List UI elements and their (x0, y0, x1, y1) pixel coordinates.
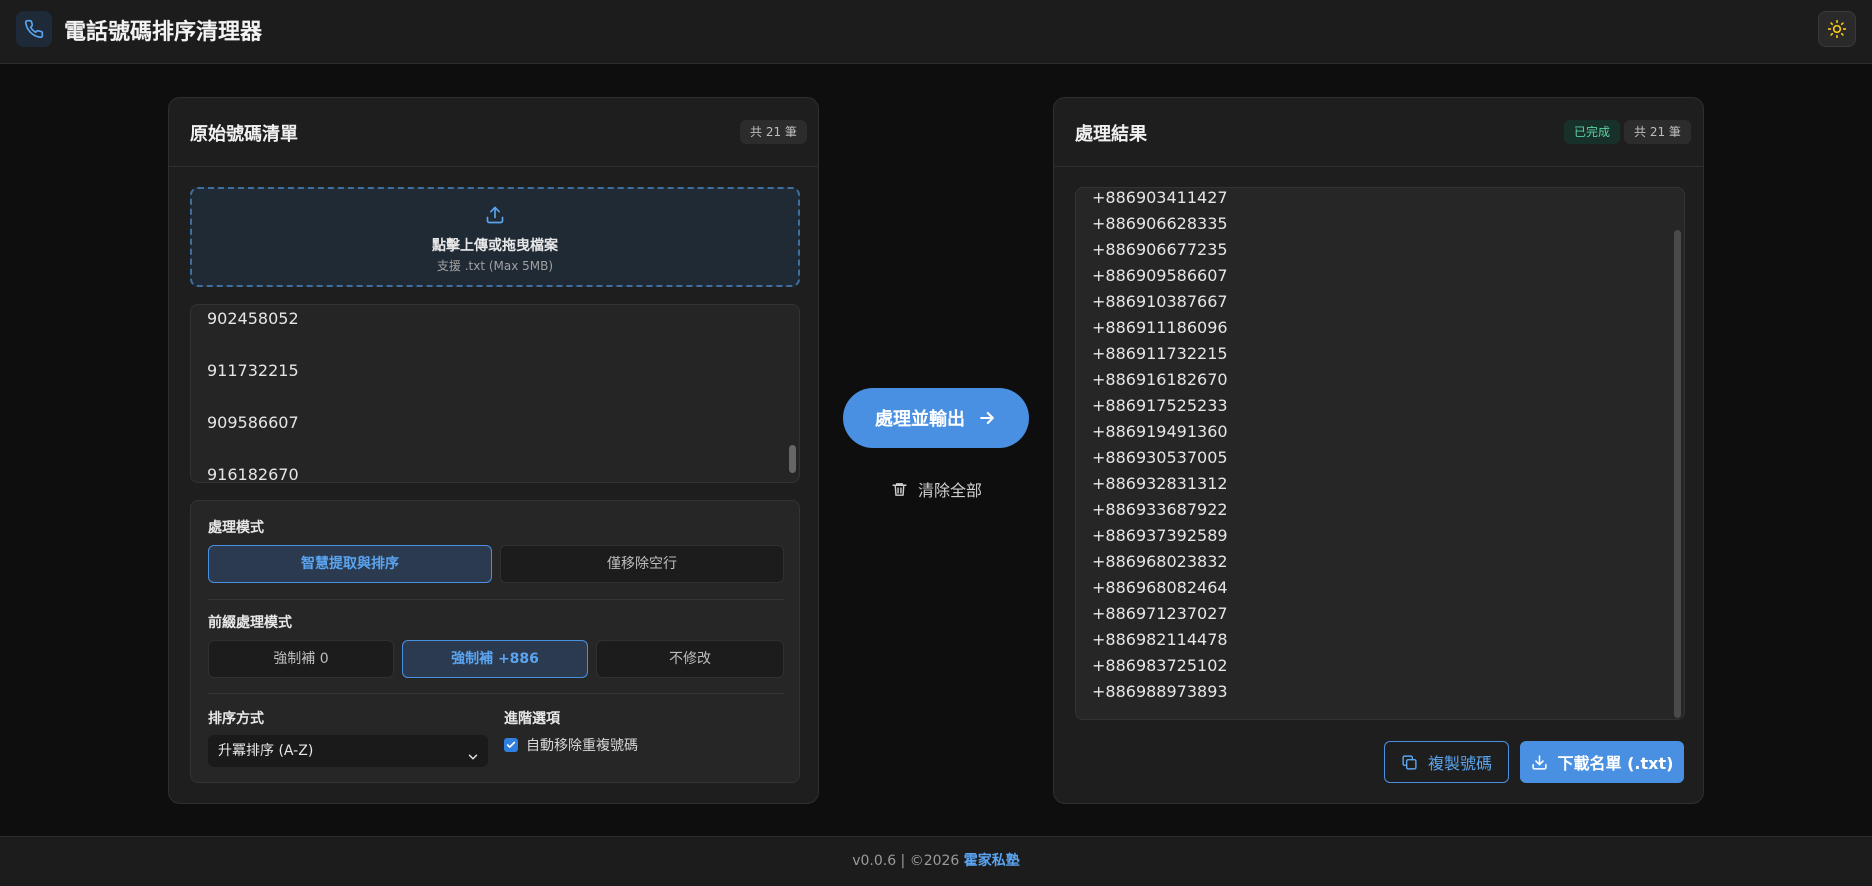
result-panel-title: 處理結果 (1075, 124, 1147, 145)
prefix-886-button[interactable]: 強制補 +886 (402, 640, 588, 678)
source-textarea[interactable]: 902458052 911732215 909586607 916182670 (190, 304, 800, 483)
result-count-badge: 共 21 筆 (1624, 120, 1691, 144)
download-button-label: 下載名單 (.txt) (1557, 754, 1674, 773)
source-panel-header: 原始號碼清單 共 21 筆 (169, 98, 818, 167)
app-title: 電話號碼排序清理器 (64, 20, 263, 45)
mode-label: 處理模式 (208, 520, 264, 536)
download-icon (1531, 754, 1548, 771)
footer-brand-link[interactable]: 霍家私塾 (964, 853, 1020, 869)
upload-dropzone[interactable]: 點擊上傳或拖曳檔案 支援 .txt (Max 5MB) (190, 187, 800, 287)
result-item: +886983725102 (1092, 656, 1228, 675)
result-item: +886911732215 (1092, 344, 1228, 363)
sun-icon (1827, 19, 1847, 39)
prefix-label: 前綴處理模式 (208, 615, 292, 631)
dedupe-option[interactable]: 自動移除重複號碼 (504, 736, 638, 754)
upload-icon (485, 205, 505, 229)
footer: v0.0.6 | ©2026 霍家私塾 (0, 836, 1872, 886)
theme-toggle-button[interactable] (1818, 11, 1856, 47)
result-item: +886909586607 (1092, 266, 1228, 285)
dedupe-label: 自動移除重複號碼 (526, 738, 638, 754)
result-item: +886968082464 (1092, 578, 1228, 597)
copy-icon (1401, 754, 1418, 771)
copy-button-label: 複製號碼 (1427, 754, 1492, 773)
source-panel: 原始號碼清單 共 21 筆 點擊上傳或拖曳檔案 支援 .txt (Max 5MB… (168, 97, 819, 804)
chevron-down-icon (466, 744, 480, 776)
source-count-badge: 共 21 筆 (740, 120, 807, 144)
result-item: +886968023832 (1092, 552, 1228, 571)
process-button-label: 處理並輸出 (875, 409, 965, 430)
result-panel-header: 處理結果 已完成 共 21 筆 (1054, 98, 1703, 167)
result-item: +886933687922 (1092, 500, 1228, 519)
sort-select-value: 升冪排序 (A-Z) (218, 743, 314, 759)
result-item: +886988973893 (1092, 682, 1228, 701)
copy-button[interactable]: 複製號碼 (1384, 741, 1509, 783)
result-list[interactable]: +886903411427 +886906628335 +88690667723… (1075, 187, 1685, 720)
source-line: 902458052 (207, 309, 299, 328)
options-divider (208, 693, 784, 694)
result-item: +886906628335 (1092, 214, 1228, 233)
result-item: +886911186096 (1092, 318, 1228, 337)
download-button[interactable]: 下載名單 (.txt) (1520, 741, 1684, 783)
source-panel-title: 原始號碼清單 (190, 124, 298, 145)
trash-icon (891, 481, 908, 498)
clear-all-label: 清除全部 (918, 481, 983, 500)
result-scrollbar[interactable] (1674, 230, 1681, 718)
top-bar: 電話號碼排序清理器 (0, 0, 1872, 64)
result-item: +886937392589 (1092, 526, 1228, 545)
source-scrollbar[interactable] (789, 445, 796, 473)
mode-remove-blank-button[interactable]: 僅移除空行 (500, 545, 784, 583)
source-line: 911732215 (207, 361, 299, 380)
upload-main-text: 點擊上傳或拖曳檔案 (432, 238, 558, 254)
prefix-none-button[interactable]: 不修改 (596, 640, 784, 678)
source-line: 909586607 (207, 413, 299, 432)
source-line: 916182670 (207, 465, 299, 483)
result-item: +886930537005 (1092, 448, 1228, 467)
result-item: +886903411427 (1092, 188, 1228, 207)
result-item: +886982114478 (1092, 630, 1228, 649)
options-panel: 處理模式 智慧提取與排序 僅移除空行 前綴處理模式 強制補 0 強制補 +886… (190, 500, 800, 783)
status-badge: 已完成 (1564, 120, 1621, 144)
result-item: +886906677235 (1092, 240, 1228, 259)
upload-sub-text: 支援 .txt (Max 5MB) (436, 259, 554, 273)
clear-all-button[interactable]: 清除全部 (891, 478, 982, 500)
result-item: +886919491360 (1092, 422, 1228, 441)
prefix-zero-button[interactable]: 強制補 0 (208, 640, 394, 678)
result-panel: 處理結果 已完成 共 21 筆 +886903411427 +886906628… (1053, 97, 1704, 804)
options-divider (208, 599, 784, 600)
dedupe-checkbox[interactable] (504, 738, 518, 752)
sort-label: 排序方式 (208, 711, 264, 727)
result-item: +886916182670 (1092, 370, 1228, 389)
result-item: +886932831312 (1092, 474, 1228, 493)
process-button[interactable]: 處理並輸出 (843, 388, 1029, 448)
phone-icon (16, 11, 52, 47)
advanced-label: 進階選項 (504, 711, 560, 727)
result-item: +886971237027 (1092, 604, 1228, 623)
mode-smart-button[interactable]: 智慧提取與排序 (208, 545, 492, 583)
arrow-right-icon (977, 408, 997, 428)
footer-version: v0.0.6 | ©2026 (852, 853, 964, 869)
sort-select[interactable]: 升冪排序 (A-Z) (208, 735, 488, 767)
result-item: +886917525233 (1092, 396, 1228, 415)
result-item: +886910387667 (1092, 292, 1228, 311)
